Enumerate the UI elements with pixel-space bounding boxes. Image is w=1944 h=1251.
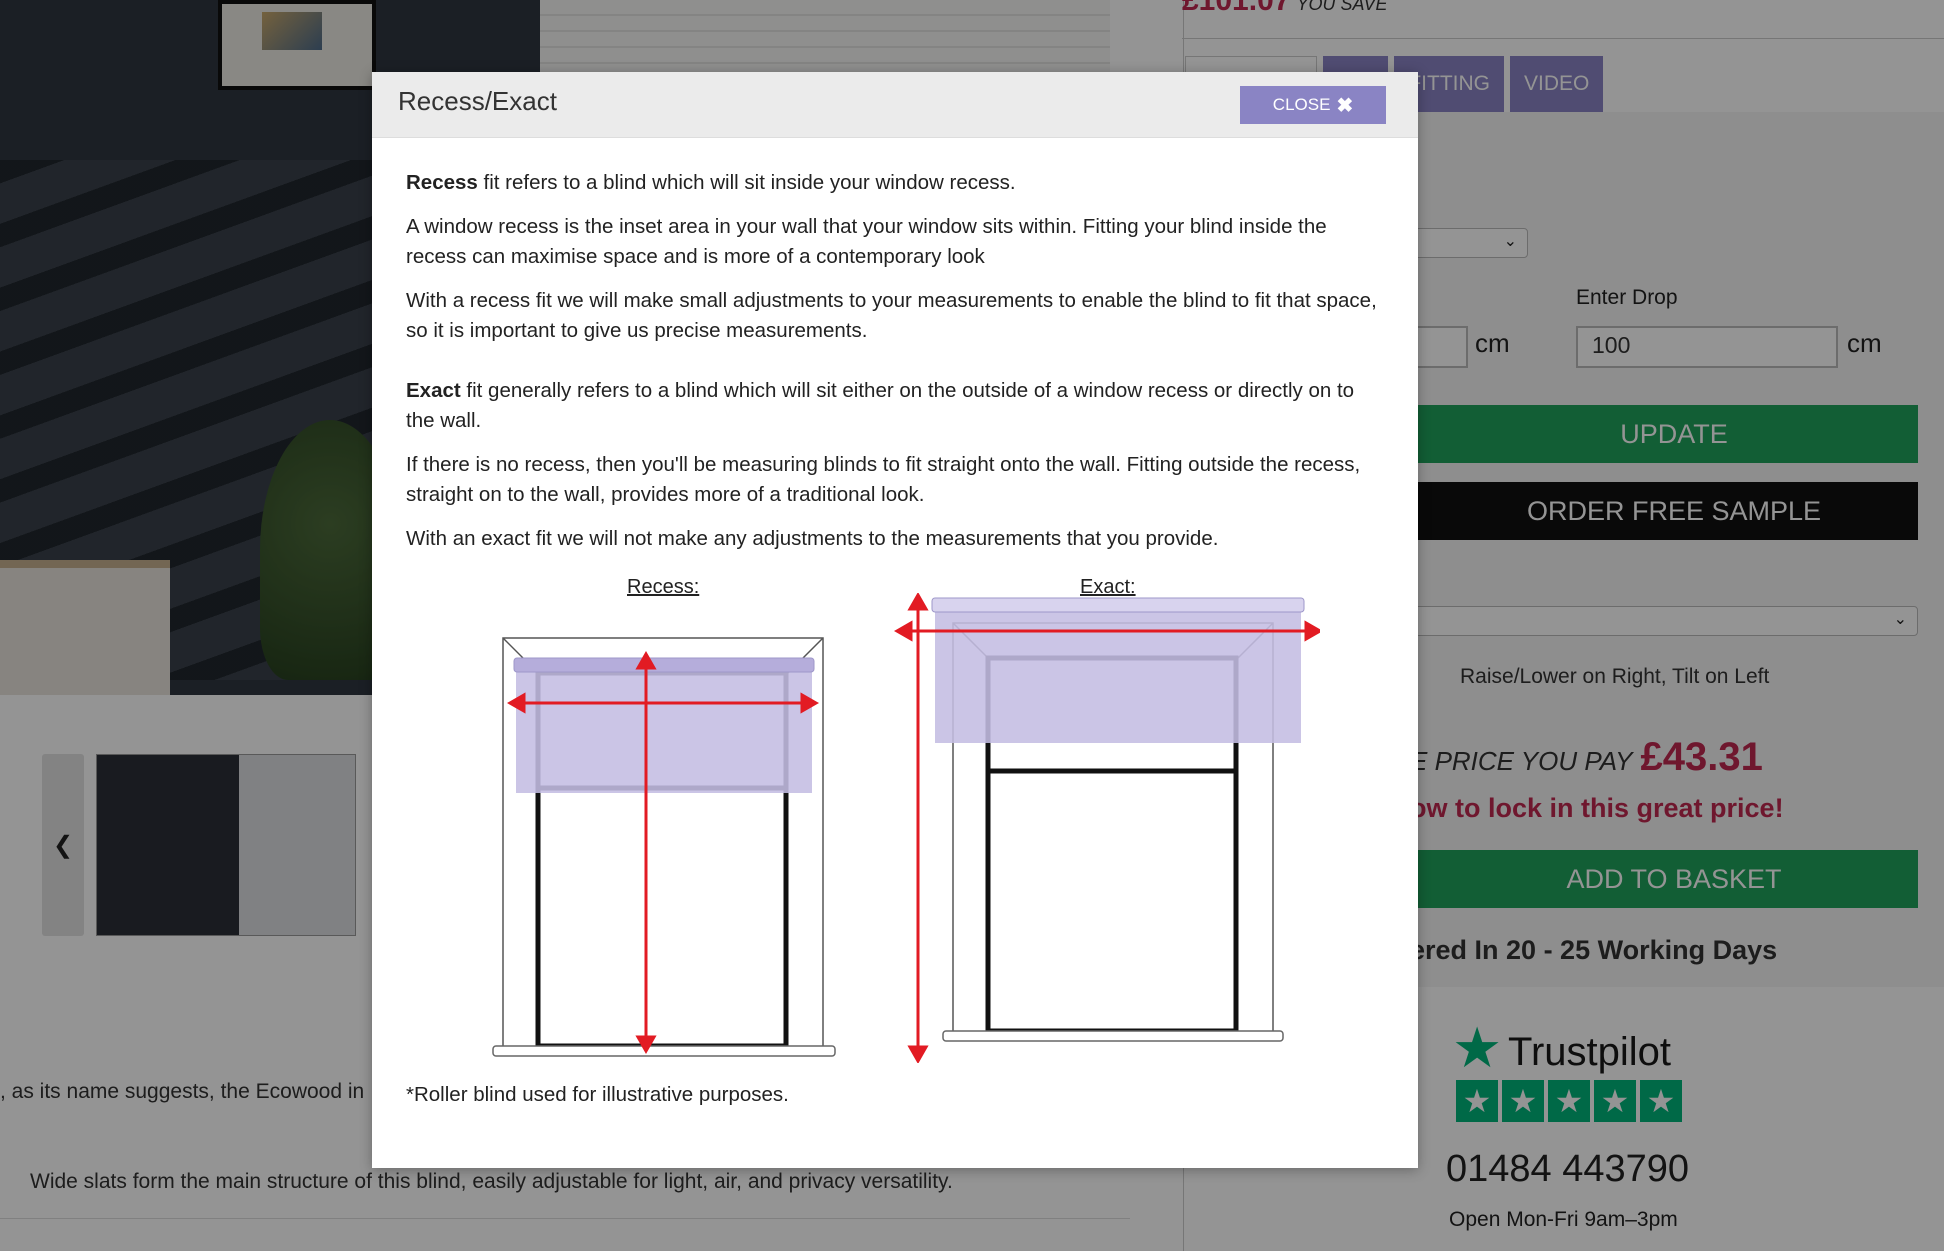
modal-title: Recess/Exact	[398, 86, 557, 116]
recess-paragraph: A window recess is the inset area in you…	[406, 215, 1327, 268]
exact-paragraph: If there is no recess, then you'll be me…	[406, 453, 1361, 506]
modal-header: Recess/Exact CLOSE ✖	[372, 72, 1418, 138]
illustration-footnote: *Roller blind used for illustrative purp…	[406, 1083, 789, 1106]
recess-term: Recess	[406, 171, 478, 194]
modal-body: Recess fit refers to a blind which will …	[372, 138, 1418, 1078]
recess-caption: Recess:	[627, 576, 700, 598]
recess-paragraph: Recess fit refers to a blind which will …	[406, 171, 1016, 194]
close-button[interactable]: CLOSE ✖	[1240, 86, 1386, 124]
exact-diagram	[893, 593, 1320, 1063]
close-icon: ✖	[1336, 94, 1354, 117]
exact-paragraph: Exact fit generally refers to a blind wh…	[406, 379, 1355, 432]
recess-exact-modal: Recess/Exact CLOSE ✖ Recess fit refers t…	[372, 72, 1418, 1168]
fit-diagrams: Recess: Exact:	[406, 568, 1384, 1078]
close-label: CLOSE	[1272, 95, 1331, 114]
exact-term: Exact	[406, 379, 461, 402]
exact-paragraph: With an exact fit we will not make any a…	[406, 527, 1219, 550]
recess-diagram	[492, 637, 836, 1057]
recess-paragraph: With a recess fit we will make small adj…	[406, 289, 1377, 342]
